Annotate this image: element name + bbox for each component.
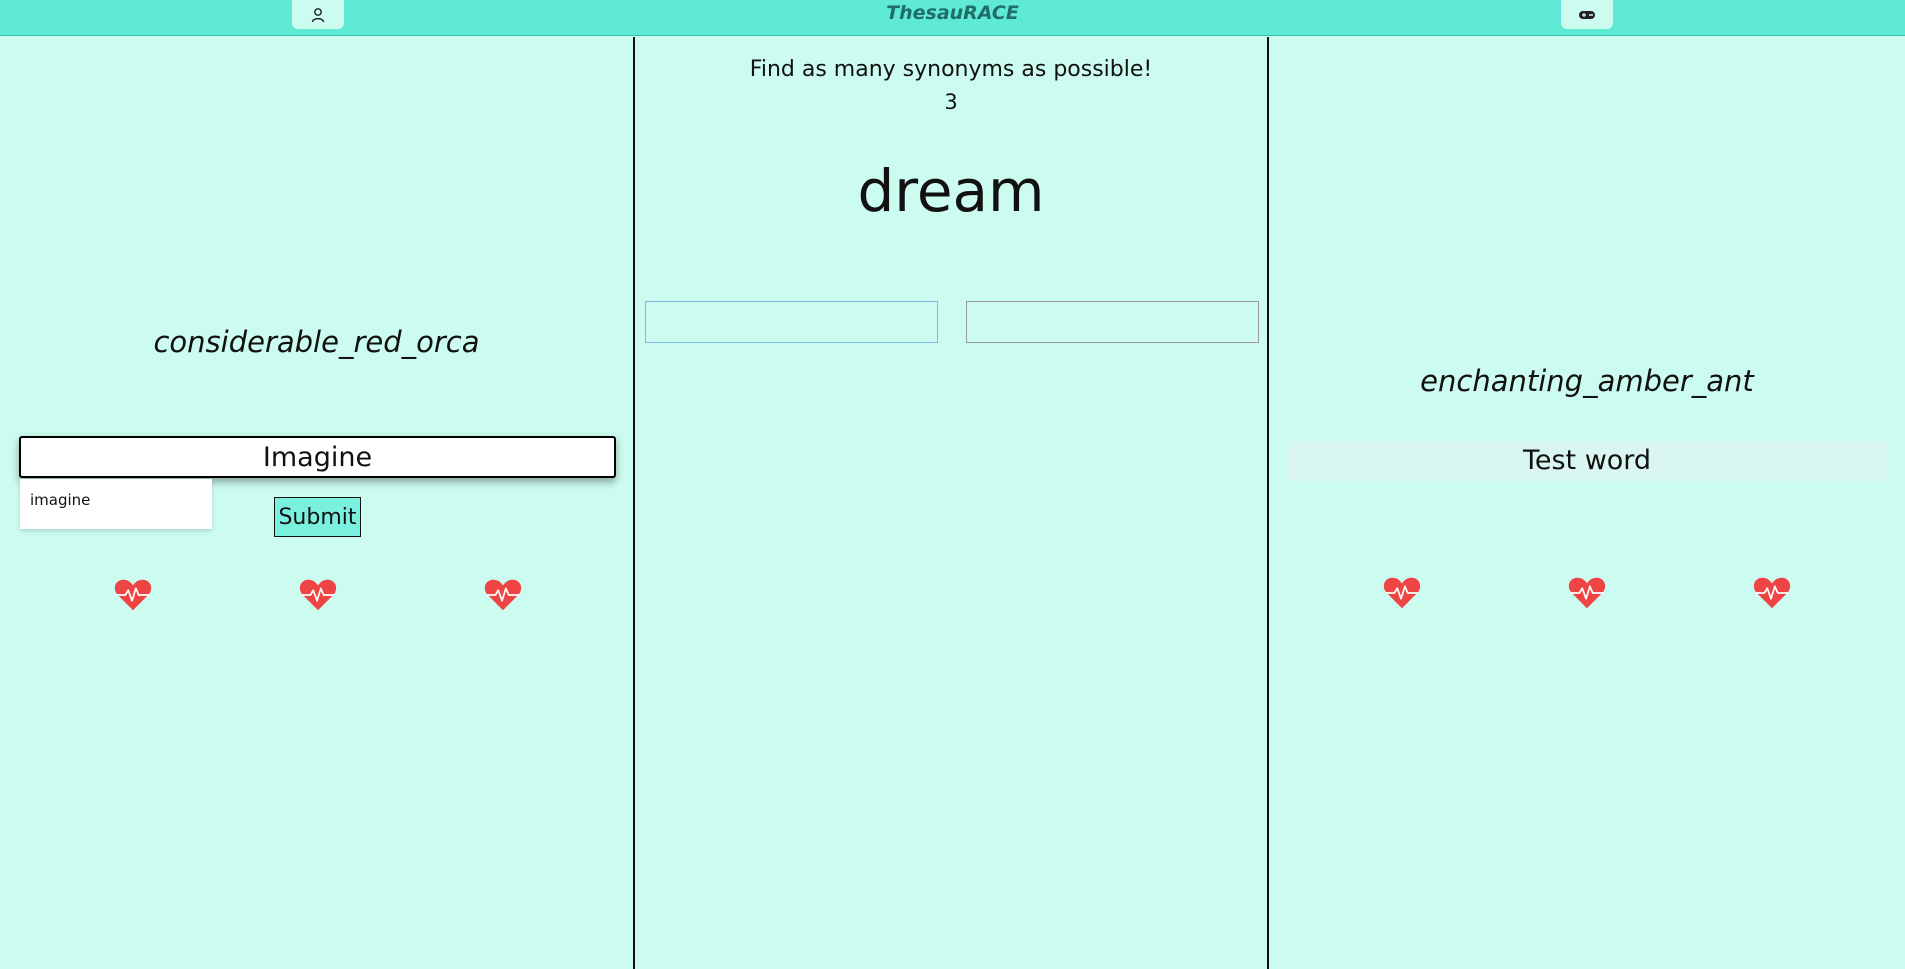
gamepad-icon [1579,10,1595,19]
game-panel: Find as many synonyms as possible! 3 dre… [635,37,1269,969]
heart-pulse-icon [1568,577,1606,609]
player-panel: considerable_red_orca imagine Submit [0,37,635,969]
target-word: dream [857,157,1045,225]
top-bar: ThesauRACE [0,0,1905,36]
opponent-username: enchanting_amber_ant [1420,364,1754,398]
game-mode-button[interactable] [1561,0,1613,29]
player-answers-box [645,301,938,343]
opponent-lives [1269,575,1905,615]
heart-pulse-icon [1383,577,1421,609]
submit-button[interactable]: Submit [274,497,361,537]
synonym-input[interactable] [19,436,616,478]
heart-pulse-icon [299,579,337,611]
autocomplete-option[interactable]: imagine [30,491,90,509]
opponent-current-word: Test word [1287,441,1887,481]
heart-pulse-icon [484,579,522,611]
opponent-panel: enchanting_amber_ant Test word [1269,37,1905,969]
app-title: ThesauRACE [886,2,1019,24]
player-lives [0,577,633,617]
heart-pulse-icon [114,579,152,611]
player-username: considerable_red_orca [153,325,480,359]
heart-pulse-icon [1753,577,1791,609]
autocomplete-dropdown: imagine [20,479,212,529]
instruction-text: Find as many synonyms as possible! [749,57,1153,82]
opponent-answers-box [966,301,1259,343]
synonym-counter: 3 [944,90,958,114]
